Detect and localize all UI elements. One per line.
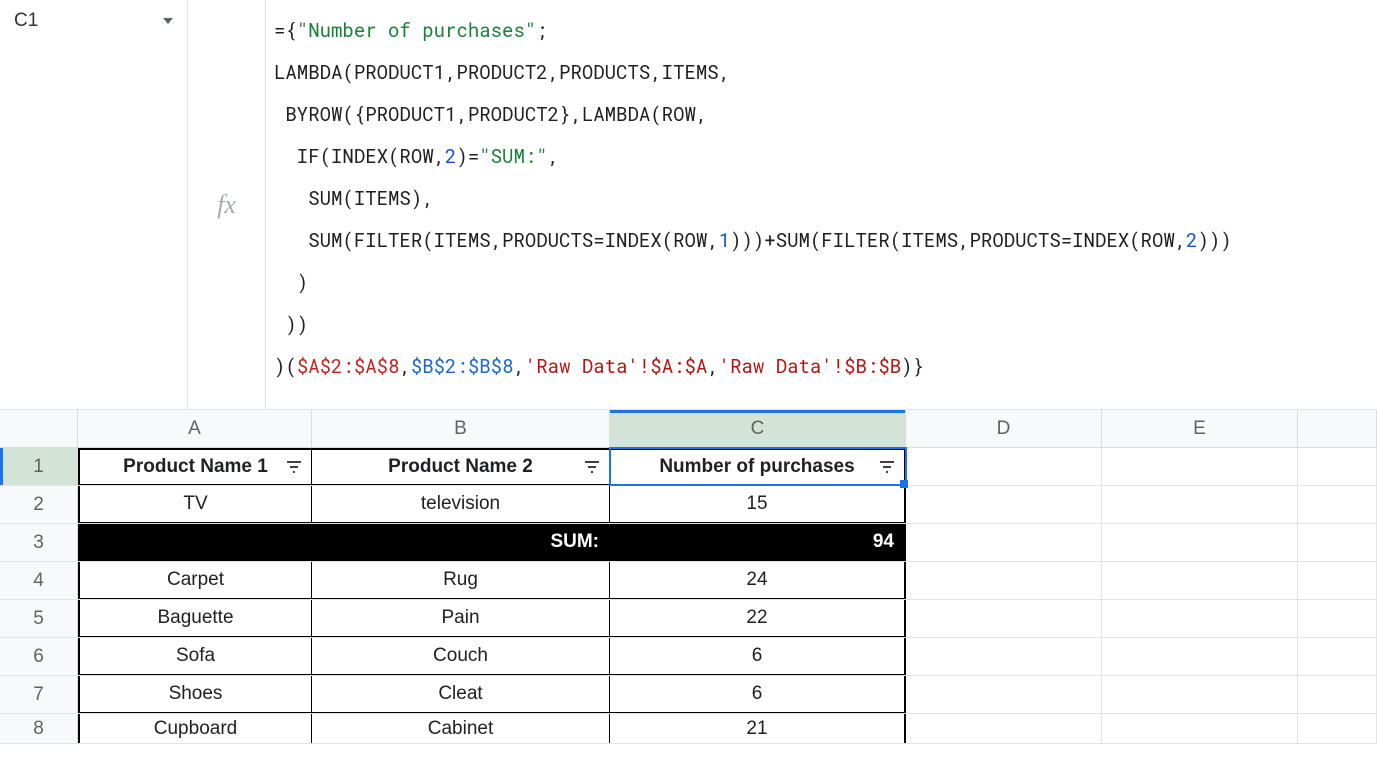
column-header-E[interactable]: E	[1102, 410, 1298, 447]
cell-B8[interactable]: Cabinet	[312, 714, 610, 743]
row-header-6[interactable]: 6	[0, 638, 78, 675]
formula-bar-row: C1 fx ={"Number of purchases"; LAMBDA(PR…	[0, 0, 1377, 410]
row-6: 6 Sofa Couch 6	[0, 638, 1377, 676]
cell-A2[interactable]: TV	[78, 486, 312, 523]
row-2: 2 TV television 15	[0, 486, 1377, 524]
cell-extra-8[interactable]	[1298, 714, 1377, 743]
row-header-7[interactable]: 7	[0, 676, 78, 713]
spreadsheet-grid: A B C D E 1 Product Name 1 Product Name …	[0, 410, 1377, 744]
cell-E1[interactable]	[1102, 448, 1298, 485]
formula-content: ={"Number of purchases"; LAMBDA(PRODUCT1…	[274, 10, 1369, 388]
row-header-3[interactable]: 3	[0, 524, 78, 561]
cell-C1[interactable]: Number of purchases	[610, 448, 906, 485]
cell-B4[interactable]: Rug	[312, 562, 610, 599]
row-header-8[interactable]: 8	[0, 714, 78, 743]
cell-A4[interactable]: Carpet	[78, 562, 312, 599]
select-all-corner[interactable]	[0, 410, 78, 447]
cell-E7[interactable]	[1102, 676, 1298, 713]
cell-extra-7[interactable]	[1298, 676, 1377, 713]
cell-A7[interactable]: Shoes	[78, 676, 312, 713]
row-8: 8 Cupboard Cabinet 21	[0, 714, 1377, 744]
cell-D3[interactable]	[906, 524, 1102, 561]
cell-B2[interactable]: television	[312, 486, 610, 523]
cell-B6[interactable]: Couch	[312, 638, 610, 675]
cell-A6[interactable]: Sofa	[78, 638, 312, 675]
row-1: 1 Product Name 1 Product Name 2 Number o…	[0, 448, 1377, 486]
cell-C5[interactable]: 22	[610, 600, 906, 637]
cell-C6[interactable]: 6	[610, 638, 906, 675]
cell-extra-1[interactable]	[1298, 448, 1377, 485]
fx-label: fx	[188, 0, 266, 409]
cell-B7[interactable]: Cleat	[312, 676, 610, 713]
name-box-value: C1	[8, 10, 163, 32]
cell-C4[interactable]: 24	[610, 562, 906, 599]
cell-B3[interactable]: SUM:	[312, 524, 610, 561]
cell-C3[interactable]: 94	[610, 524, 906, 561]
column-header-B[interactable]: B	[312, 410, 610, 447]
row-7: 7 Shoes Cleat 6	[0, 676, 1377, 714]
cell-D6[interactable]	[906, 638, 1102, 675]
cell-extra-3[interactable]	[1298, 524, 1377, 561]
cell-extra-6[interactable]	[1298, 638, 1377, 675]
cell-D8[interactable]	[906, 714, 1102, 743]
cell-D2[interactable]	[906, 486, 1102, 523]
name-box-container: C1	[0, 0, 188, 409]
column-header-row: A B C D E	[0, 410, 1377, 448]
cell-extra-2[interactable]	[1298, 486, 1377, 523]
cell-E2[interactable]	[1102, 486, 1298, 523]
cell-D4[interactable]	[906, 562, 1102, 599]
header-B: Product Name 2	[388, 456, 533, 478]
cell-A8[interactable]: Cupboard	[78, 714, 312, 743]
filter-icon[interactable]	[583, 458, 601, 476]
cell-C8[interactable]: 21	[610, 714, 906, 743]
formula-bar[interactable]: ={"Number of purchases"; LAMBDA(PRODUCT1…	[266, 0, 1377, 409]
cell-B1[interactable]: Product Name 2	[312, 448, 610, 485]
cell-E5[interactable]	[1102, 600, 1298, 637]
cell-E4[interactable]	[1102, 562, 1298, 599]
cell-E3[interactable]	[1102, 524, 1298, 561]
filter-icon[interactable]	[878, 458, 896, 476]
row-4: 4 Carpet Rug 24	[0, 562, 1377, 600]
cell-extra-5[interactable]	[1298, 600, 1377, 637]
cell-A3[interactable]	[78, 524, 312, 561]
cell-A5[interactable]: Baguette	[78, 600, 312, 637]
row-header-5[interactable]: 5	[0, 600, 78, 637]
cell-D5[interactable]	[906, 600, 1102, 637]
cell-E6[interactable]	[1102, 638, 1298, 675]
column-header-A[interactable]: A	[78, 410, 312, 447]
row-5: 5 Baguette Pain 22	[0, 600, 1377, 638]
column-header-C[interactable]: C	[610, 410, 906, 447]
row-header-2[interactable]: 2	[0, 486, 78, 523]
row-header-1[interactable]: 1	[0, 448, 78, 485]
selection-handle[interactable]	[900, 480, 908, 488]
filter-icon[interactable]	[285, 458, 303, 476]
column-header-extra[interactable]	[1298, 410, 1377, 447]
cell-extra-4[interactable]	[1298, 562, 1377, 599]
header-A: Product Name 1	[123, 456, 268, 478]
cell-C7[interactable]: 6	[610, 676, 906, 713]
cell-B5[interactable]: Pain	[312, 600, 610, 637]
cell-D7[interactable]	[906, 676, 1102, 713]
chevron-down-icon	[163, 18, 173, 24]
column-header-D[interactable]: D	[906, 410, 1102, 447]
cell-E8[interactable]	[1102, 714, 1298, 743]
cell-A1[interactable]: Product Name 1	[78, 448, 312, 485]
cell-C2[interactable]: 15	[610, 486, 906, 523]
row-header-4[interactable]: 4	[0, 562, 78, 599]
name-box[interactable]: C1	[8, 10, 179, 32]
header-C: Number of purchases	[659, 456, 854, 478]
cell-D1[interactable]	[906, 448, 1102, 485]
row-3: 3 SUM: 94	[0, 524, 1377, 562]
